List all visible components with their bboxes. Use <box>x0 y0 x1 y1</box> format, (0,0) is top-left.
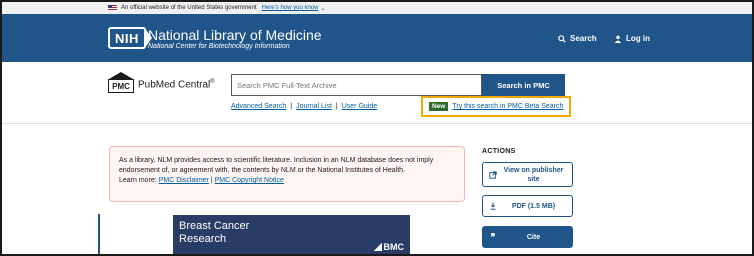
pmc-logo[interactable]: PMC PubMed Central® <box>108 72 228 98</box>
pdf-download-button[interactable]: PDF (1.5 MB) <box>482 195 573 217</box>
advanced-search-link[interactable]: Advanced Search <box>231 103 286 110</box>
pmc-disclaimer-link[interactable]: PMC Disclaimer <box>159 177 209 184</box>
us-flag-icon <box>108 5 117 11</box>
external-link-icon <box>483 170 503 179</box>
bmc-logo: BMC <box>373 242 405 252</box>
gov-banner-text: An official website of the United States… <box>121 5 257 11</box>
header-search-label: Search <box>570 34 597 43</box>
link-separator: | <box>290 103 293 110</box>
search-band: PMC PubMed Central® Search in PMC Advanc… <box>2 62 752 124</box>
registered-mark: ® <box>210 79 215 85</box>
chevron-down-icon[interactable]: ⌄ <box>320 5 325 12</box>
nlm-subtitle: National Center for Biotechnology Inform… <box>148 43 290 50</box>
journal-banner-title: Breast Cancer Research <box>179 220 250 245</box>
learn-more-label: Learn more: <box>119 177 157 184</box>
pmc-copyright-link[interactable]: PMC Copyright Notice <box>215 177 284 184</box>
pmc-logo-mark: PMC <box>108 79 134 93</box>
login-button[interactable]: Log in <box>614 34 650 43</box>
nih-logo[interactable]: NIH <box>108 27 152 49</box>
search-sub-links: Advanced Search | Journal List | User Gu… <box>231 103 377 110</box>
content-left-rule <box>98 214 100 254</box>
bmc-brand: BMC <box>383 242 405 252</box>
page-frame: An official website of the United States… <box>0 0 754 256</box>
actions-heading: ACTIONS <box>482 148 516 155</box>
link-separator: | <box>335 103 338 110</box>
download-icon <box>483 202 503 210</box>
search-icon <box>558 34 566 43</box>
search-in-pmc-button[interactable]: Search in PMC <box>482 74 565 96</box>
notice-text: As a library, NLM provides access to sci… <box>119 157 434 174</box>
cite-button[interactable]: ❞ Cite <box>482 226 573 248</box>
pdf-label: PDF (1.5 MB) <box>511 202 556 210</box>
nlm-header: NIH National Library of Medicine Nationa… <box>2 14 752 62</box>
pmc-roof-icon <box>109 72 133 79</box>
journal-banner[interactable]: Breast Cancer Research BMC <box>173 215 410 254</box>
pmc-logo-name: PubMed Central® <box>138 79 215 90</box>
pmc-search-input[interactable] <box>231 74 482 96</box>
nlm-disclaimer-notice: As a library, NLM provides access to sci… <box>109 146 465 202</box>
login-label: Log in <box>626 34 650 43</box>
new-badge: New <box>429 102 449 111</box>
beta-search-callout: New Try this search in PMC Beta Search <box>421 96 571 117</box>
quote-icon: ❞ <box>490 231 496 242</box>
pmc-name-text: PubMed Central <box>138 79 211 91</box>
nlm-title[interactable]: National Library of Medicine <box>148 27 322 43</box>
view-on-publisher-label: View on publisher site <box>503 166 564 183</box>
user-icon <box>614 35 622 43</box>
heres-how-you-know-link[interactable]: Here's how you know <box>262 5 319 11</box>
gov-banner: An official website of the United States… <box>2 2 752 14</box>
notice-separator: | <box>210 177 213 184</box>
cite-label: Cite <box>526 233 541 241</box>
view-on-publisher-button[interactable]: View on publisher site <box>482 162 573 187</box>
beta-search-link[interactable]: Try this search in PMC Beta Search <box>452 103 563 110</box>
header-search-button[interactable]: Search <box>558 34 597 43</box>
journal-list-link[interactable]: Journal List <box>296 103 332 110</box>
bmc-mark-icon <box>373 243 382 251</box>
user-guide-link[interactable]: User Guide <box>342 103 377 110</box>
